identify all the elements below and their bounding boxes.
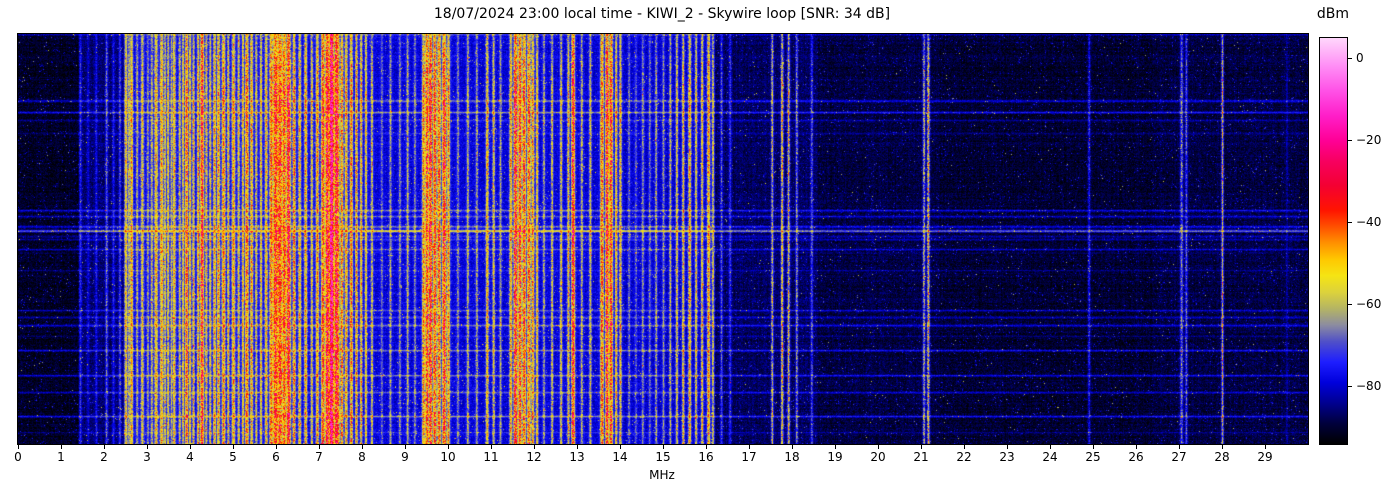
x-tick-label: 2 (87, 450, 121, 464)
x-tick (1222, 445, 1223, 449)
x-tick-label: 20 (861, 450, 895, 464)
x-tick-label: 13 (560, 450, 594, 464)
x-tick (276, 445, 277, 449)
colorbar-tick-label: −20 (1356, 133, 1381, 147)
x-tick-label: 27 (1162, 450, 1196, 464)
x-tick (792, 445, 793, 449)
colorbar-tick-label: −40 (1356, 215, 1381, 229)
x-tick-label: 22 (947, 450, 981, 464)
x-tick-label: 17 (732, 450, 766, 464)
x-tick (190, 445, 191, 449)
x-tick (1265, 445, 1266, 449)
x-tick (921, 445, 922, 449)
x-tick (835, 445, 836, 449)
x-tick-label: 5 (216, 450, 250, 464)
x-tick (577, 445, 578, 449)
x-tick (663, 445, 664, 449)
x-tick-label: 6 (259, 450, 293, 464)
x-tick-label: 23 (990, 450, 1024, 464)
colorbar-tick-label: −80 (1356, 379, 1381, 393)
x-tick-label: 28 (1205, 450, 1239, 464)
spectrogram-heatmap (18, 34, 1308, 444)
x-tick (61, 445, 62, 449)
colorbar-tick (1348, 386, 1352, 387)
x-tick-label: 29 (1248, 450, 1282, 464)
x-tick-label: 9 (388, 450, 422, 464)
x-tick (362, 445, 363, 449)
colorbar-tick-label: 0 (1356, 51, 1364, 65)
x-tick (1093, 445, 1094, 449)
x-tick-label: 24 (1033, 450, 1067, 464)
x-tick (147, 445, 148, 449)
x-tick-label: 0 (1, 450, 35, 464)
x-tick (233, 445, 234, 449)
x-tick (534, 445, 535, 449)
x-tick (878, 445, 879, 449)
x-tick-label: 15 (646, 450, 680, 464)
x-tick (620, 445, 621, 449)
colorbar-tick (1348, 140, 1352, 141)
x-tick-label: 4 (173, 450, 207, 464)
x-tick-label: 11 (474, 450, 508, 464)
x-tick (448, 445, 449, 449)
x-tick-label: 8 (345, 450, 379, 464)
colorbar-unit-label: dBm (1307, 6, 1359, 22)
x-tick (104, 445, 105, 449)
x-tick (491, 445, 492, 449)
plot-area (17, 33, 1309, 445)
x-tick-label: 7 (302, 450, 336, 464)
x-tick (319, 445, 320, 449)
x-tick-label: 16 (689, 450, 723, 464)
x-tick (749, 445, 750, 449)
x-tick-label: 26 (1119, 450, 1153, 464)
x-tick (1136, 445, 1137, 449)
x-tick-label: 3 (130, 450, 164, 464)
x-tick (1007, 445, 1008, 449)
colorbar (1319, 37, 1348, 445)
x-tick (1050, 445, 1051, 449)
colorbar-tick (1348, 58, 1352, 59)
x-tick-label: 25 (1076, 450, 1110, 464)
x-tick (964, 445, 965, 449)
colorbar-tick-label: −60 (1356, 297, 1381, 311)
x-tick-label: 10 (431, 450, 465, 464)
chart-title: 18/07/2024 23:00 local time - KIWI_2 - S… (17, 6, 1307, 22)
x-tick (706, 445, 707, 449)
colorbar-tick (1348, 222, 1352, 223)
spectrogram-figure: 18/07/2024 23:00 local time - KIWI_2 - S… (0, 0, 1400, 500)
x-tick (18, 445, 19, 449)
x-tick (405, 445, 406, 449)
x-axis-label: MHz (17, 468, 1307, 482)
x-tick-label: 19 (818, 450, 852, 464)
x-tick-label: 18 (775, 450, 809, 464)
x-tick-label: 21 (904, 450, 938, 464)
x-tick-label: 14 (603, 450, 637, 464)
x-tick-label: 1 (44, 450, 78, 464)
x-tick (1179, 445, 1180, 449)
colorbar-tick (1348, 304, 1352, 305)
x-tick-label: 12 (517, 450, 551, 464)
